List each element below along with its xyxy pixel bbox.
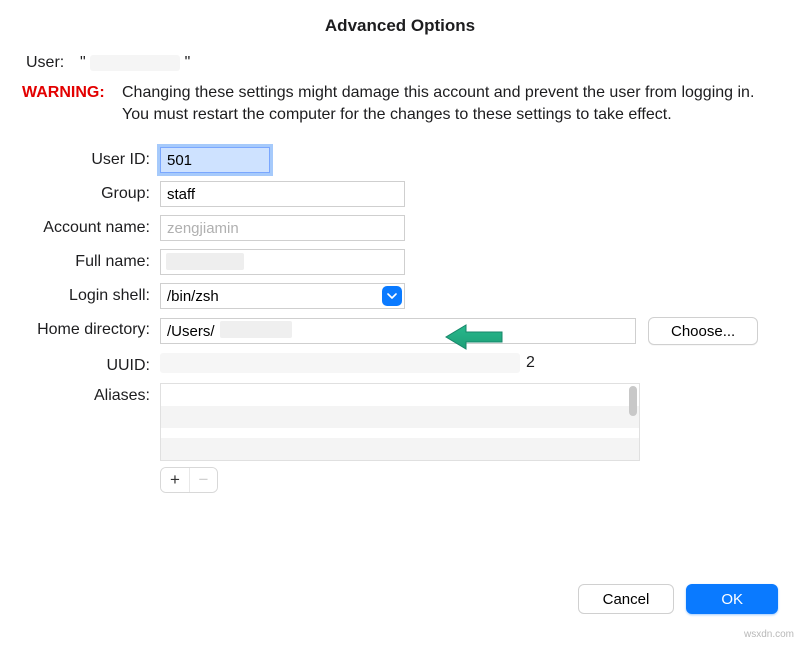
scrollbar-thumb[interactable]	[629, 386, 637, 416]
redacted-block	[220, 321, 292, 338]
user-row: User: " "	[20, 50, 780, 72]
account-name-label: Account name:	[20, 215, 160, 237]
uuid-label: UUID:	[20, 353, 160, 375]
warning-row: WARNING: Changing these settings might d…	[20, 80, 780, 125]
home-dir-row: Home directory: Choose...	[20, 317, 780, 345]
account-name-input	[160, 215, 405, 241]
user-id-label: User ID:	[20, 147, 160, 169]
aliases-list[interactable]	[160, 383, 640, 461]
watermark: wsxdn.com	[744, 629, 794, 640]
full-name-label: Full name:	[20, 249, 160, 271]
redacted-block	[160, 353, 520, 373]
remove-alias-button: −	[189, 468, 217, 492]
login-shell-dropdown-button[interactable]	[382, 286, 402, 306]
login-shell-label: Login shell:	[20, 283, 160, 305]
annotation-arrow-icon	[442, 322, 504, 352]
group-label: Group:	[20, 181, 160, 203]
group-input[interactable]	[160, 181, 405, 207]
account-name-row: Account name:	[20, 215, 780, 241]
warning-label: WARNING:	[20, 80, 122, 102]
user-id-row: User ID:	[20, 147, 780, 173]
login-shell-input[interactable]	[160, 283, 405, 309]
user-label: User:	[20, 50, 80, 72]
full-name-row: Full name:	[20, 249, 780, 275]
login-shell-row: Login shell:	[20, 283, 780, 309]
uuid-value-fragment: 2	[526, 354, 535, 372]
aliases-add-remove: + −	[160, 467, 218, 493]
add-alias-button[interactable]: +	[161, 468, 189, 492]
user-id-input[interactable]	[160, 147, 270, 173]
uuid-row: UUID: 2	[20, 353, 780, 375]
redacted-block	[166, 253, 244, 270]
ok-button[interactable]: OK	[686, 584, 778, 614]
aliases-row: Aliases: + −	[20, 383, 780, 493]
dialog-title: Advanced Options	[0, 0, 800, 50]
choose-button[interactable]: Choose...	[648, 317, 758, 345]
home-dir-label: Home directory:	[20, 317, 160, 339]
warning-text: Changing these settings might damage thi…	[122, 80, 780, 125]
chevron-down-icon	[387, 291, 397, 301]
cancel-button[interactable]: Cancel	[578, 584, 675, 614]
group-row: Group:	[20, 181, 780, 207]
user-value: " "	[80, 50, 780, 72]
aliases-label: Aliases:	[20, 383, 160, 405]
